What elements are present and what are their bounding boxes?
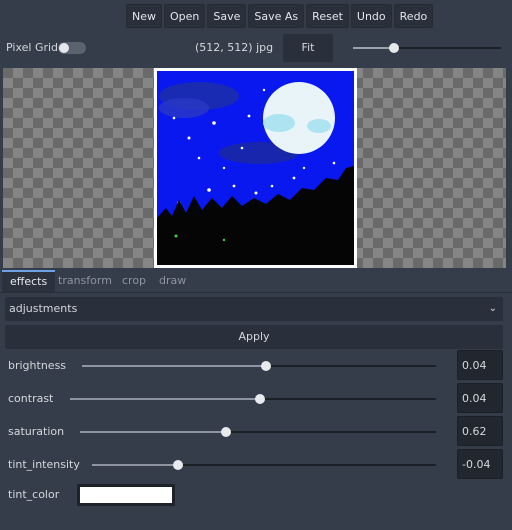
- tint-intensity-slider-grabber[interactable]: [173, 460, 183, 470]
- tint-intensity-label: tint_intensity: [8, 458, 80, 471]
- zoom-slider-grabber[interactable]: [389, 43, 400, 53]
- tab-crop[interactable]: crop: [114, 270, 154, 292]
- undo-button[interactable]: Undo: [350, 4, 392, 28]
- image-preview: [154, 68, 357, 268]
- brightness-slider-grabber[interactable]: [261, 361, 272, 371]
- reset-button[interactable]: Reset: [306, 4, 349, 28]
- open-button[interactable]: Open: [164, 4, 206, 28]
- zoom-slider-fill: [353, 47, 395, 49]
- tint-intensity-slider[interactable]: [92, 460, 436, 470]
- contrast-slider-fill: [70, 398, 261, 400]
- tint-color-picker[interactable]: [77, 484, 175, 506]
- tab-bar: effects transform crop draw: [0, 270, 512, 293]
- contrast-label: contrast: [8, 392, 54, 405]
- saturation-slider-fill: [80, 431, 226, 433]
- save-as-button[interactable]: Save As: [248, 4, 305, 28]
- image-canvas[interactable]: [3, 68, 506, 268]
- brightness-slider-fill: [82, 365, 267, 367]
- apply-button[interactable]: Apply: [5, 325, 503, 349]
- saturation-value-field[interactable]: 0.62: [457, 416, 503, 446]
- chevron-down-icon: ⌄: [488, 303, 497, 314]
- tint-intensity-slider-fill: [92, 464, 178, 466]
- night-sky-artwork: [157, 71, 354, 265]
- effect-dropdown-value: adjustments: [9, 302, 78, 315]
- tint-color-preview: [80, 487, 172, 503]
- contrast-slider-grabber[interactable]: [255, 394, 266, 404]
- effect-dropdown[interactable]: adjustments ⌄: [5, 297, 503, 321]
- image-info: (512, 512) jpg: [195, 41, 274, 54]
- tint-intensity-value-field[interactable]: -0.04: [457, 449, 503, 479]
- tab-transform[interactable]: transform: [50, 270, 120, 292]
- zoom-slider[interactable]: [353, 43, 501, 53]
- tint-color-label: tint_color: [8, 488, 60, 501]
- tab-effects[interactable]: effects: [2, 270, 56, 292]
- contrast-slider[interactable]: [70, 394, 436, 404]
- toggle-knob: [59, 43, 69, 53]
- brightness-label: brightness: [8, 359, 67, 372]
- saturation-slider-grabber[interactable]: [220, 427, 231, 437]
- saturation-slider[interactable]: [80, 427, 436, 437]
- brightness-value-field[interactable]: 0.04: [457, 350, 503, 380]
- pixel-grid-label: Pixel Grid: [6, 41, 59, 54]
- save-button[interactable]: Save: [207, 4, 247, 28]
- saturation-label: saturation: [8, 425, 65, 438]
- pixel-grid-toggle[interactable]: [58, 42, 86, 54]
- fit-button[interactable]: Fit: [283, 34, 333, 62]
- toolbar: New Open Save Save As Reset Undo Redo: [126, 4, 434, 28]
- tab-draw[interactable]: draw: [151, 270, 194, 292]
- contrast-value-field[interactable]: 0.04: [457, 383, 503, 413]
- view-controls: Pixel Grid (512, 512) jpg Fit: [0, 34, 512, 62]
- brightness-slider[interactable]: [82, 361, 436, 371]
- new-button[interactable]: New: [126, 4, 162, 28]
- redo-button[interactable]: Redo: [393, 4, 434, 28]
